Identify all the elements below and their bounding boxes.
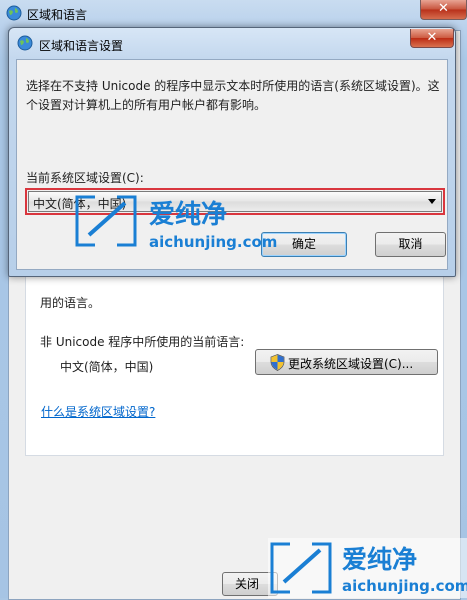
dialog-title: 区域和语言设置	[39, 39, 124, 53]
what-is-system-locale-link[interactable]: 什么是系统区域设置?	[41, 403, 155, 420]
watermark-brand: 爱纯净	[342, 545, 417, 574]
change-system-locale-button[interactable]: 更改系统区域设置(C)...	[255, 349, 438, 375]
nonunicode-language-label: 非 Unicode 程序中所使用的当前语言:	[40, 335, 245, 349]
watermark-mark-icon	[75, 195, 137, 247]
parent-close-button[interactable]: ✕	[420, 0, 467, 20]
parent-title-bar: 区域和语言 ✕	[0, 0, 467, 28]
change-locale-label: 更改系统区域设置(C)...	[288, 357, 414, 371]
current-locale-label: 当前系统区域设置(C):	[26, 171, 144, 185]
cancel-button[interactable]: 取消	[375, 232, 446, 257]
watermark-brand: 爱纯净	[149, 199, 227, 230]
globe-icon	[17, 35, 33, 51]
watermark-logo-corner: 爱纯净 aichunjing.com	[268, 538, 467, 598]
watermark-url: aichunjing.com	[342, 577, 467, 595]
parent-window-title: 区域和语言	[27, 8, 88, 22]
watermark-mark-icon	[270, 542, 332, 594]
watermark-url: aichunjing.com	[149, 233, 277, 251]
current-language-value: 中文(简体，中国)	[60, 360, 154, 374]
watermark-logo: 爱纯净 aichunjing.com	[75, 195, 277, 251]
partial-description: 用的语言。	[40, 296, 101, 310]
locale-description: 选择在不支持 Unicode 的程序中显示文本时所使用的语言(系统区域设置)。这…	[26, 79, 440, 112]
shield-icon	[270, 354, 285, 371]
dialog-close-button[interactable]: ✕	[410, 29, 454, 48]
globe-icon	[6, 5, 22, 21]
chevron-down-icon	[428, 199, 436, 204]
